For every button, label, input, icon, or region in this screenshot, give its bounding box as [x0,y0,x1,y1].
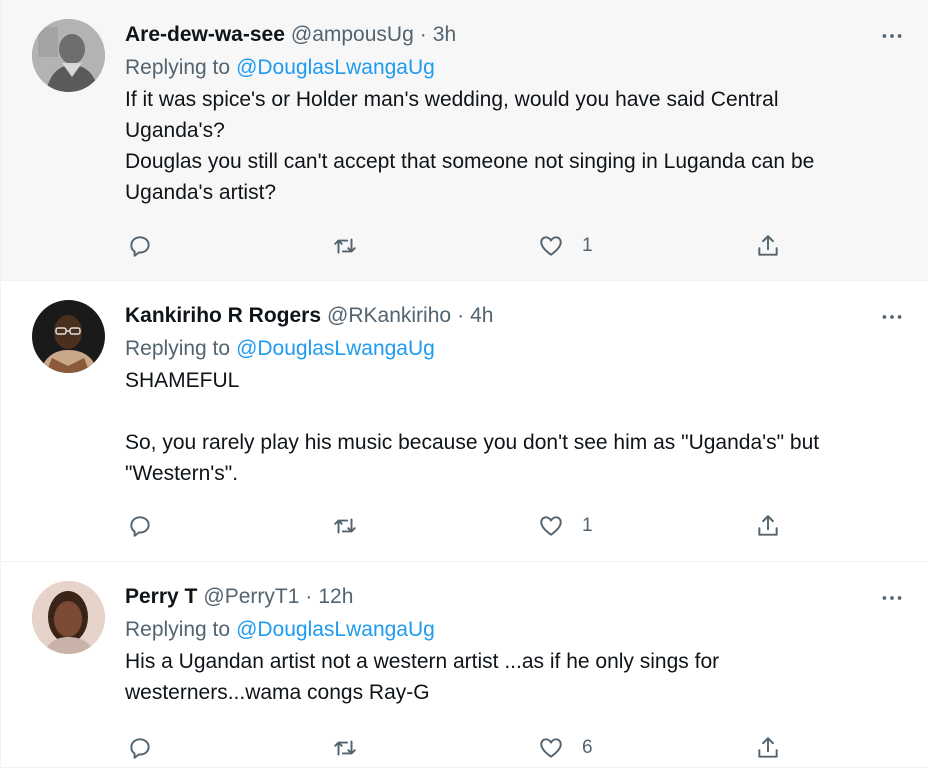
display-name[interactable]: Kankiriho R Rogers [125,304,321,328]
tweet-header: Kankiriho R Rogers @RKankiriho · 4h [125,301,908,331]
replying-to-handle-link[interactable]: @DouglasLwangaUg [236,618,435,642]
tweet[interactable]: Are-dew-wa-see @ampousUg · 3h Replying t… [1,0,928,281]
more-horizontal-icon [882,315,902,319]
replying-to: Replying to @DouglasLwangaUg [125,614,908,646]
replying-to-label: Replying to [125,56,231,79]
display-name[interactable]: Are-dew-wa-see [125,23,285,47]
separator-dot: · [457,304,465,327]
retweet-button[interactable] [332,230,358,262]
tweet-header: Perry T @PerryT1 · 12h [125,582,908,612]
replying-to-label: Replying to [125,337,231,360]
timestamp[interactable]: 12h [318,585,353,609]
user-handle[interactable]: @RKankiriho [327,304,451,328]
retweet-button[interactable] [332,732,358,764]
separator-dot: · [419,23,427,46]
separator-dot: · [305,585,313,608]
reply-icon [130,236,150,257]
share-button[interactable] [755,732,781,764]
replying-to: Replying to @DouglasLwangaUg [125,52,908,84]
display-name[interactable]: Perry T [125,585,197,609]
share-icon [758,515,778,536]
share-button[interactable] [755,510,781,542]
like-count: 1 [582,235,593,256]
like-button[interactable]: 1 [538,230,593,262]
replying-to-handle-link[interactable]: @DouglasLwangaUg [236,56,435,80]
reply-button[interactable] [127,230,153,262]
reply-icon [130,516,150,537]
tweet[interactable]: Kankiriho R Rogers @RKankiriho · 4h Repl… [1,281,928,562]
more-options-button[interactable] [878,303,906,331]
more-horizontal-icon [882,596,902,600]
more-horizontal-icon [882,34,902,38]
heart-icon [540,738,562,758]
reply-timeline: Are-dew-wa-see @ampousUg · 3h Replying t… [0,0,928,768]
tweet-actions: 1 [125,510,805,542]
reply-icon [130,738,150,759]
share-button[interactable] [755,230,781,262]
share-icon [758,737,778,758]
reply-button[interactable] [127,732,153,764]
avatar-man-glasses-icon [32,300,105,373]
avatar[interactable] [32,581,105,654]
timestamp[interactable]: 3h [433,23,456,47]
user-handle[interactable]: @ampousUg [291,23,414,47]
heart-icon [540,236,562,256]
timestamp[interactable]: 4h [470,304,493,328]
tweet-header: Are-dew-wa-see @ampousUg · 3h [125,20,908,50]
avatar[interactable] [32,19,105,92]
more-options-button[interactable] [878,584,906,612]
like-count: 6 [582,737,593,758]
avatar-woman-icon [32,581,105,654]
tweet-text: His a Ugandan artist not a western artis… [125,650,720,704]
retweet-icon [334,740,356,756]
tweet-text: SHAMEFUL So, you rarely play his music b… [125,369,820,485]
like-count: 1 [582,515,593,536]
like-button[interactable]: 1 [538,510,593,542]
share-icon [758,235,778,256]
avatar[interactable] [32,300,105,373]
replying-to: Replying to @DouglasLwangaUg [125,333,908,365]
more-options-button[interactable] [878,22,906,50]
heart-icon [540,516,562,536]
tweet-actions: 1 [125,230,805,262]
avatar-gray-man-icon [32,19,105,92]
reply-button[interactable] [127,510,153,542]
user-handle[interactable]: @PerryT1 [203,585,299,609]
tweet[interactable]: Perry T @PerryT1 · 12h Replying to @Doug… [1,562,928,768]
like-button[interactable]: 6 [538,732,593,764]
replying-to-label: Replying to [125,618,231,641]
retweet-icon [334,238,356,254]
replying-to-handle-link[interactable]: @DouglasLwangaUg [236,337,435,361]
retweet-icon [334,518,356,534]
retweet-button[interactable] [332,510,358,542]
tweet-text: If it was spice's or Holder man's weddin… [125,88,815,204]
tweet-actions: 6 [125,732,805,764]
